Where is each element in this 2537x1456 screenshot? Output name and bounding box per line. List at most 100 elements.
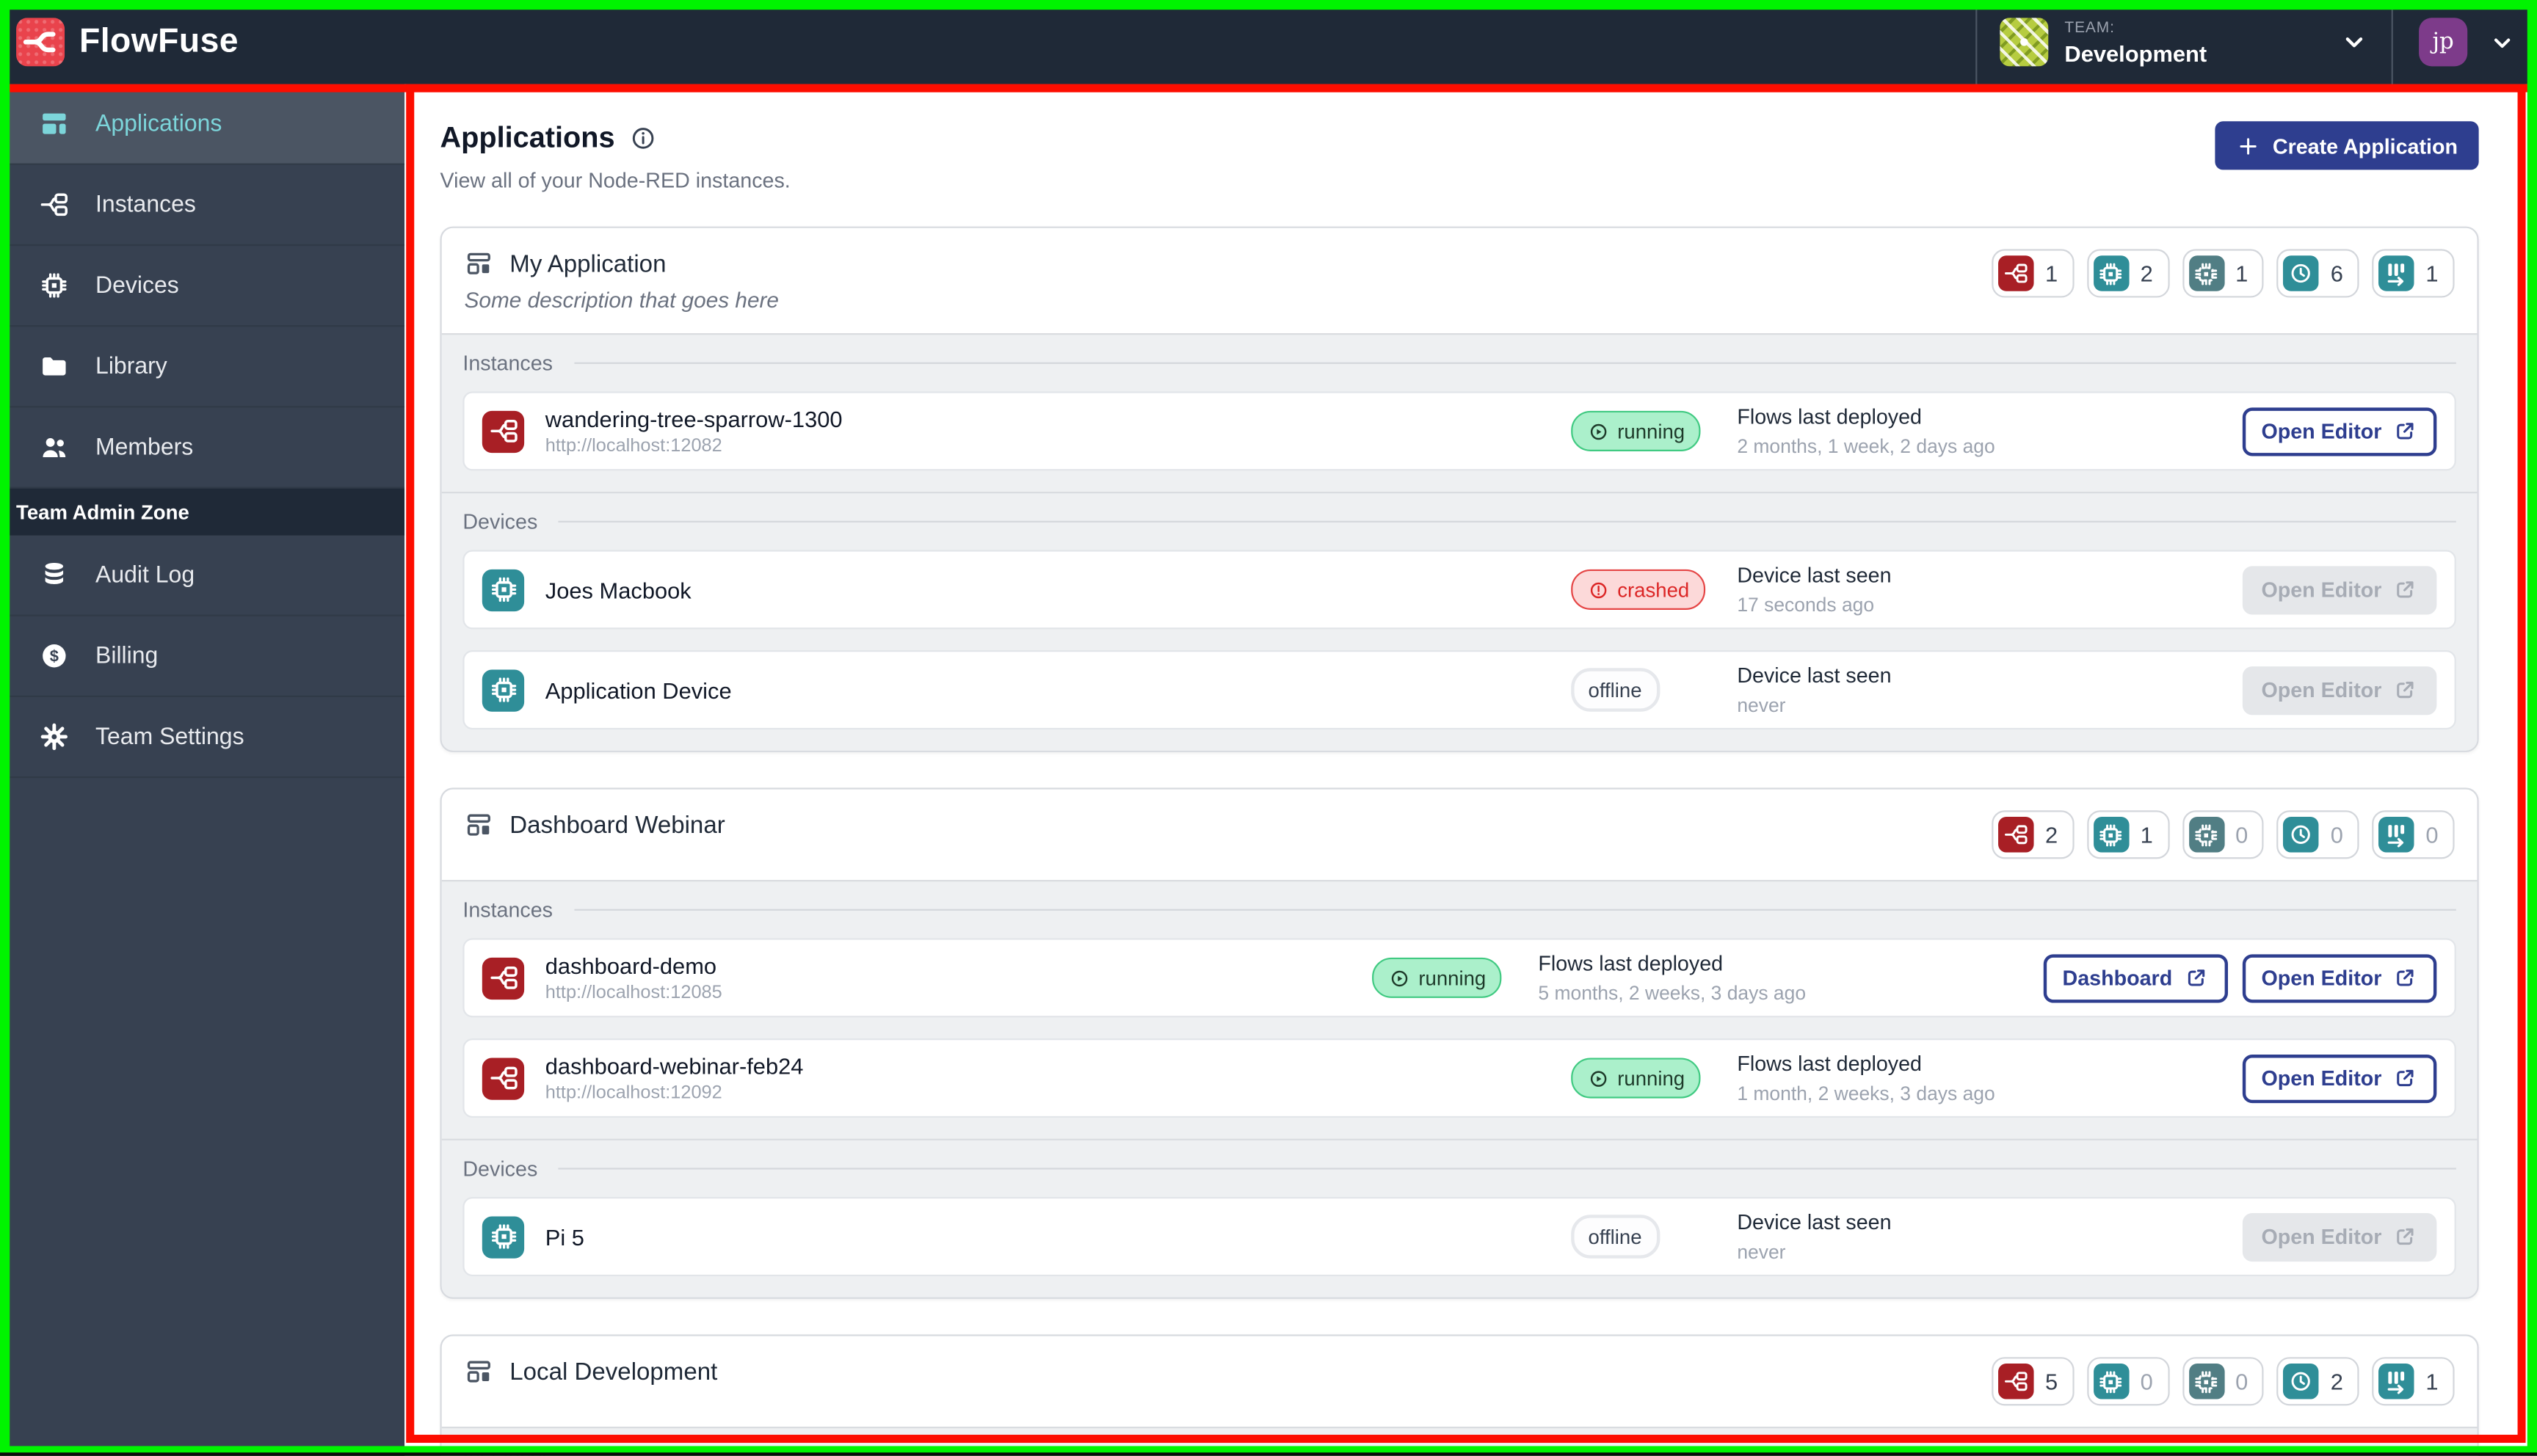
flowfuse-logo-icon <box>16 18 65 67</box>
stat-snapshots: 0 <box>2277 810 2359 859</box>
dashboard-button[interactable]: Dashboard <box>2043 953 2228 1002</box>
section-label: Devices <box>462 509 538 534</box>
brand-name: FlowFuse <box>79 22 239 60</box>
play-circle-icon <box>1586 1067 1609 1090</box>
application-card-local-development: Local Development 5 0 0 2 1 <box>440 1334 2479 1456</box>
application-card-header[interactable]: Dashboard Webinar 2 1 0 0 0 <box>442 790 2478 880</box>
devices-section: Devices Pi 5 offline Device last seen ne… <box>441 1138 2478 1297</box>
sidebar-item-members[interactable]: Members <box>0 407 405 489</box>
billing-icon <box>39 641 70 671</box>
team-meta: TEAM: Development <box>2064 18 2207 65</box>
meta-value: 17 seconds ago <box>1737 593 1875 616</box>
devices-icon <box>2093 255 2130 291</box>
section-label: Devices <box>462 1156 538 1181</box>
stat-snapshots: 2 <box>2277 1357 2359 1406</box>
page-title: Applications <box>440 121 615 154</box>
page-header: Applications View all of your Node-RED i… <box>440 121 2479 192</box>
device-icon <box>482 669 525 711</box>
stat-pipelines: 0 <box>2372 810 2455 859</box>
stat-devices: 0 <box>2086 1357 2169 1406</box>
external-link-icon <box>2393 419 2417 443</box>
open-editor-button[interactable]: Open Editor <box>2241 407 2437 456</box>
device-row[interactable]: Pi 5 offline Device last seen never Open… <box>462 1197 2456 1277</box>
audit-log-icon <box>39 560 70 591</box>
application-icon <box>465 810 494 840</box>
device-icon <box>482 568 525 611</box>
instance-row[interactable]: dashboard-demo http://localhost:12085 ru… <box>462 938 2456 1018</box>
instance-row[interactable]: dashboard-webinar-feb24 http://localhost… <box>462 1038 2456 1118</box>
sidebar-item-instances[interactable]: Instances <box>0 165 405 247</box>
sidebar-item-team-settings[interactable]: Team Settings <box>0 697 405 779</box>
sidebar-item-audit-log[interactable]: Audit Log <box>0 536 405 616</box>
stat-device-groups: 0 <box>2182 810 2265 859</box>
stat-devices: 2 <box>2086 249 2169 298</box>
external-link-icon <box>2393 678 2417 702</box>
sidebar-item-applications[interactable]: Applications <box>0 84 405 165</box>
open-editor-button-disabled[interactable]: Open Editor <box>2241 665 2437 715</box>
device-groups-icon <box>2188 1364 2224 1399</box>
create-application-button[interactable]: Create Application <box>2214 121 2479 170</box>
sidebar-item-library[interactable]: Library <box>0 327 405 408</box>
node-red-instances-icon <box>1998 1364 2034 1399</box>
instance-name: dashboard-webinar-feb24 <box>545 1052 804 1080</box>
user-menu[interactable]: jp <box>2391 0 2537 84</box>
device-row[interactable]: Joes Macbook crashed Device last seen 17… <box>462 550 2456 630</box>
divider <box>573 909 2456 911</box>
instance-url: http://localhost:12085 <box>545 983 722 1003</box>
device-name: Joes Macbook <box>545 576 692 603</box>
screenshot: FlowFuse TEAM: Development jp Applicatio… <box>0 0 2537 1456</box>
instances-section: Instances dashboard-demo http://localhos… <box>441 880 2478 1139</box>
application-name: My Application <box>509 250 667 277</box>
instance-row[interactable]: wandering-tree-sparrow-1300 http://local… <box>462 391 2456 471</box>
application-card-header[interactable]: Local Development 5 0 0 2 1 <box>442 1336 2478 1427</box>
application-icon <box>465 249 494 278</box>
navbar-right: TEAM: Development jp <box>1975 0 2537 84</box>
team-selector[interactable]: TEAM: Development <box>1975 0 2391 84</box>
info-icon[interactable] <box>629 125 656 152</box>
application-stats: 1 2 1 6 1 <box>1992 249 2455 298</box>
sidebar-item-label: Devices <box>95 272 179 299</box>
team-settings-icon <box>39 721 70 752</box>
divider <box>558 520 2456 523</box>
application-card-header[interactable]: My Application Some description that goe… <box>442 228 2478 333</box>
library-icon <box>39 351 70 382</box>
meta-value: never <box>1737 1240 1786 1264</box>
application-card-dashboard-webinar: Dashboard Webinar 2 1 0 0 0 Instances da… <box>440 787 2479 1299</box>
application-stats: 2 1 0 0 0 <box>1992 810 2455 859</box>
snapshots-icon <box>2283 255 2320 291</box>
open-editor-button[interactable]: Open Editor <box>2241 953 2437 1002</box>
open-editor-button-disabled[interactable]: Open Editor <box>2241 1212 2437 1262</box>
top-navbar: FlowFuse TEAM: Development jp <box>0 0 2537 84</box>
chevron-down-icon <box>2489 29 2516 56</box>
sidebar-item-label: Audit Log <box>95 561 195 589</box>
sidebar-item-devices[interactable]: Devices <box>0 246 405 327</box>
instance-url: http://localhost:12082 <box>545 437 722 456</box>
open-editor-button-disabled[interactable]: Open Editor <box>2241 565 2437 614</box>
node-red-instance-icon <box>482 956 525 1000</box>
meta-value: 1 month, 2 weeks, 3 days ago <box>1737 1082 1995 1105</box>
pipelines-icon <box>2378 1364 2414 1399</box>
annotation-bottom-edge <box>0 1452 2537 1456</box>
divider <box>573 362 2456 364</box>
device-name: Pi 5 <box>545 1223 584 1250</box>
meta-value: 2 months, 1 week, 2 days ago <box>1737 434 1995 458</box>
instances-section: Instances <box>441 1426 2478 1456</box>
app-window: FlowFuse TEAM: Development jp Applicatio… <box>0 0 2537 1456</box>
stat-devices: 1 <box>2086 810 2169 859</box>
application-icon <box>465 1357 494 1386</box>
pipelines-icon <box>2378 817 2414 853</box>
node-red-instance-icon <box>482 1057 525 1099</box>
device-row[interactable]: Application Device offline Device last s… <box>462 650 2456 730</box>
sidebar-item-label: Team Settings <box>95 724 244 750</box>
instance-name: wandering-tree-sparrow-1300 <box>545 406 843 432</box>
open-editor-button[interactable]: Open Editor <box>2241 1053 2437 1103</box>
chevron-down-icon <box>2340 27 2369 57</box>
avatar: jp <box>2419 18 2468 67</box>
team-avatar <box>2000 18 2049 67</box>
flowfuse-logo[interactable]: FlowFuse <box>0 18 239 67</box>
sidebar-item-billing[interactable]: Billing <box>0 616 405 697</box>
sidebar-item-label: Library <box>95 353 167 379</box>
external-link-icon <box>2393 578 2417 602</box>
application-card-my-application: My Application Some description that goe… <box>440 226 2479 752</box>
stat-pipelines: 1 <box>2372 1357 2455 1406</box>
